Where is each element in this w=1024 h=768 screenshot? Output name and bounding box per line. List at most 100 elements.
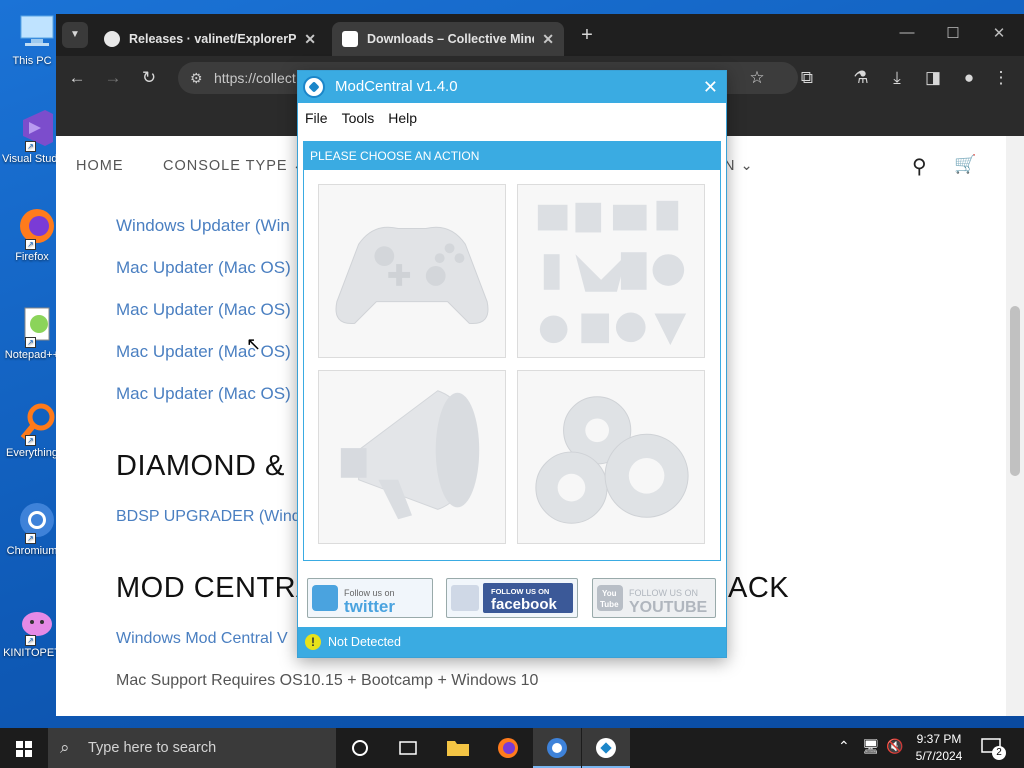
svg-text:FOLLOW US ON: FOLLOW US ON (491, 587, 549, 596)
modcentral-menubar: File Tools Help (298, 103, 726, 133)
link-mac-updater-4[interactable]: Mac Updater (Mac OS) (116, 384, 291, 404)
reload-button[interactable]: ↻ (136, 65, 162, 91)
volume-muted-icon[interactable]: 🔇 (886, 738, 903, 755)
heading-mod-central-tail: ACK (728, 572, 790, 604)
menu-help[interactable]: Help (388, 103, 417, 133)
tab-strip: ▼ Releases · valinet/ExplorerPatcher ✕ D… (56, 14, 1024, 56)
modcentral-taskbar-button[interactable] (582, 728, 630, 768)
system-clock[interactable]: 9:37 PM 5/7/2024 (904, 731, 974, 765)
link-bdsp-upgrader[interactable]: BDSP UPGRADER (Windo (116, 508, 310, 526)
scrollbar-thumb[interactable] (1010, 306, 1020, 476)
game-controller-icon (335, 226, 489, 324)
notification-center-button[interactable]: 2 (980, 736, 1006, 760)
maximize-button[interactable]: ☐ (930, 24, 976, 42)
chromium-icon (547, 738, 567, 758)
svg-text:YOUTUBE: YOUTUBE (629, 599, 708, 616)
svg-text:facebook: facebook (491, 596, 558, 613)
twitter-icon: Follow us on twitter (312, 585, 395, 616)
link-mac-updater-2[interactable]: Mac Updater (Mac OS) (116, 300, 291, 320)
device-status-bar: ! Not Detected (298, 627, 726, 657)
menu-kebab-icon[interactable]: ⋮ (988, 65, 1014, 91)
bookmark-star-icon[interactable]: ☆ (744, 65, 770, 91)
tab-releases[interactable]: Releases · valinet/ExplorerPatcher ✕ (94, 22, 326, 56)
close-tab-icon[interactable]: ✕ (304, 31, 316, 48)
file-explorer-taskbar-button[interactable] (434, 728, 482, 768)
chromium-icon: ↗ (15, 498, 59, 544)
firefox-icon: ↗ (15, 204, 59, 250)
link-mac-updater-1[interactable]: Mac Updater (Mac OS) (116, 258, 291, 278)
task-view-icon (399, 741, 417, 755)
tab-downloads[interactable]: Downloads – Collective Minds ✕ (332, 22, 564, 56)
forward-button[interactable]: → (100, 65, 126, 91)
nav-home[interactable]: HOME (76, 158, 124, 174)
magnifier-icon: ↗ (15, 400, 59, 446)
modcentral-window: ModCentral v1.4.0 ✕ File Tools Help PLEA… (297, 70, 727, 658)
menu-file[interactable]: File (305, 103, 328, 133)
search-icon: ⌕ (60, 738, 70, 757)
page-scrollbar[interactable] (1006, 136, 1024, 716)
twitter-follow-button[interactable]: Follow us on twitter (307, 578, 433, 618)
task-view-button[interactable] (384, 728, 432, 768)
heading-mod-central: MOD CENTRA (116, 572, 316, 604)
action-panel-header: PLEASE CHOOSE AN ACTION (304, 142, 720, 170)
warning-icon: ! (305, 634, 321, 650)
computer-icon (15, 8, 59, 52)
downloads-icon[interactable]: ⤓ (884, 65, 910, 91)
extensions-icon[interactable]: ⧉ (794, 65, 820, 91)
youtube-icon: You Tube FOLLOW US ON YOUTUBE (597, 585, 708, 616)
facebook-follow-button[interactable]: FOLLOW US ON facebook (446, 578, 578, 618)
megaphone-icon (340, 390, 480, 520)
controller-action-tile[interactable] (318, 184, 506, 358)
youtube-follow-button[interactable]: You Tube FOLLOW US ON YOUTUBE (592, 578, 716, 618)
modcentral-logo-icon (596, 738, 616, 758)
collective-minds-icon (342, 31, 358, 47)
close-icon[interactable]: ✕ (703, 71, 718, 103)
firefox-taskbar-button[interactable] (484, 728, 532, 768)
search-icon[interactable]: ⚲ (912, 154, 927, 179)
tab-search-button[interactable]: ▼ (62, 22, 88, 48)
new-tab-button[interactable]: + (574, 22, 600, 48)
taskbar: ⌕ Type here to search ⌃ 🖥 🔇 9:37 PM 5/7/… (0, 728, 1024, 768)
link-windows-updater[interactable]: Windows Updater (Win (116, 216, 290, 236)
game-logos-action-tile[interactable] (517, 184, 705, 358)
kinitopet-icon: ↗ (15, 600, 59, 646)
svg-text:You: You (602, 589, 617, 598)
folder-icon (447, 741, 469, 756)
close-tab-icon[interactable]: ✕ (542, 31, 554, 48)
modcentral-titlebar[interactable]: ModCentral v1.4.0 ✕ (298, 71, 726, 103)
cortana-button[interactable] (336, 728, 384, 768)
labs-flask-icon[interactable]: ⚗ (848, 65, 874, 91)
heading-diamond: DIAMOND & (116, 450, 285, 482)
device-status-text: Not Detected (328, 635, 401, 649)
profile-icon[interactable]: ● (956, 65, 982, 91)
close-window-button[interactable]: ✕ (976, 24, 1022, 42)
network-icon[interactable]: 🖥 (862, 738, 880, 755)
chromium-taskbar-button[interactable] (533, 728, 581, 768)
cart-icon[interactable]: 🛒 (954, 154, 976, 175)
nav-partial[interactable]: N ⌄ (724, 158, 754, 174)
nav-console-type[interactable]: CONSOLE TYPE ⌄ (163, 158, 306, 174)
site-info-icon[interactable]: ⚙ (190, 62, 203, 94)
svg-text:FOLLOW US ON: FOLLOW US ON (629, 588, 698, 598)
github-icon (104, 31, 120, 47)
mac-support-text: Mac Support Requires OS10.15 + Bootcamp … (116, 672, 539, 689)
start-button[interactable] (0, 728, 48, 768)
side-panel-icon[interactable]: ◨ (920, 65, 946, 91)
svg-text:Tube: Tube (600, 600, 619, 609)
windows-logo-icon (16, 741, 32, 757)
visual-studio-icon: ↗ (15, 106, 59, 152)
back-button[interactable]: ← (64, 65, 90, 91)
minimize-button[interactable]: — (884, 24, 930, 41)
chevron-up-icon[interactable]: ⌃ (838, 738, 850, 755)
svg-text:twitter: twitter (344, 597, 395, 616)
notepadpp-icon: ↗ (15, 302, 59, 348)
cortana-circle-icon (352, 740, 368, 756)
link-mac-updater-3[interactable]: Mac Updater (Mac OS) (116, 342, 291, 362)
firefox-icon (498, 738, 518, 758)
taskbar-search-input[interactable]: ⌕ Type here to search (48, 728, 336, 768)
mouse-cursor-icon: ↖ (246, 334, 262, 354)
link-windows-mod-central[interactable]: Windows Mod Central V (116, 630, 288, 648)
menu-tools[interactable]: Tools (342, 103, 375, 133)
announcements-action-tile[interactable] (318, 370, 506, 544)
settings-action-tile[interactable] (517, 370, 705, 544)
